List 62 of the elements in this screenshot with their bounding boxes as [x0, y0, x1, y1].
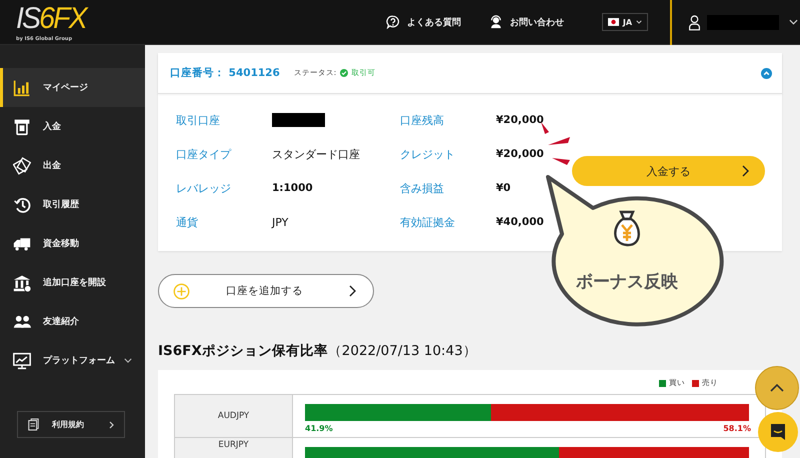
callout-text: ボーナス反映 [576, 271, 678, 293]
field-label: クレジット [400, 146, 456, 162]
japan-flag-icon [608, 18, 619, 26]
field-label: 通貨 [176, 214, 199, 230]
history-icon [13, 196, 31, 214]
bar-chart-icon [13, 78, 31, 96]
monitor-icon [13, 352, 31, 370]
redacted-value [272, 113, 325, 127]
check-circle-icon [340, 69, 348, 77]
account-number: 口座番号： 5401126 [170, 66, 280, 80]
language-select[interactable]: JA [602, 13, 648, 31]
terms-button[interactable]: 利用規約 [17, 411, 125, 438]
sidebar-item[interactable]: 追加口座を開設 [0, 263, 145, 302]
section-title: IS6FXポジション保有比率（2022/07/13 10:43） [158, 342, 478, 361]
document-icon [28, 418, 39, 431]
field-value: 1:1000 [272, 182, 314, 194]
banknote-icon [13, 156, 31, 174]
sell-percent: 58.1% [723, 424, 751, 433]
currency-pair-cell: EURJPY [175, 438, 293, 458]
field-value: JPY [272, 216, 290, 228]
sidebar-item[interactable]: 友達紹介 [0, 302, 145, 341]
sidebar-item[interactable]: 出金 [0, 146, 145, 185]
sidebar-item[interactable]: 資金移動 [0, 224, 145, 263]
chevron-down-icon [789, 19, 798, 25]
buy-percent: 41.9% [305, 424, 333, 433]
deposit-button[interactable]: 入金する [572, 156, 765, 186]
chevron-right-icon [349, 285, 356, 297]
help-icon [386, 15, 400, 29]
user-menu[interactable] [670, 0, 800, 44]
field-value: ¥40,000 [496, 216, 545, 228]
field-label: レバレッジ [176, 180, 232, 196]
header-link[interactable]: よくある質問 [386, 15, 461, 29]
chevron-down-icon [636, 20, 642, 24]
chat-button[interactable] [758, 412, 798, 452]
currency-pair-cell: AUDJPY [175, 395, 293, 437]
field-value: ¥20,000 [496, 114, 545, 126]
header-link[interactable]: お問い合わせ [488, 15, 564, 29]
chevron-right-icon [109, 420, 114, 428]
chat-icon [770, 423, 786, 441]
atm-icon [13, 118, 31, 136]
sidebar-item[interactable]: 入金 [0, 107, 145, 146]
sidebar-item[interactable]: 取引履歴 [0, 185, 145, 224]
field-label: 口座タイプ [176, 146, 232, 162]
field-label: 含み損益 [400, 180, 445, 196]
field-label: 口座残高 [400, 112, 445, 128]
collapse-icon[interactable] [761, 68, 772, 78]
bank-icon [13, 274, 31, 292]
field-value: ¥20,000 [496, 148, 545, 160]
chevron-up-icon [770, 384, 784, 392]
sidebar-item[interactable]: マイページ [0, 68, 145, 107]
logo-accent-text: 6FX [39, 2, 86, 35]
field-label: 有効証拠金 [400, 214, 456, 230]
field-value: スタンダード口座 [272, 146, 361, 162]
headset-icon [488, 15, 503, 29]
plus-circle-icon [173, 282, 190, 300]
add-account-button[interactable]: 口座を追加する [158, 274, 374, 308]
chevron-right-icon [742, 165, 749, 177]
sidebar-item[interactable]: プラットフォーム [0, 341, 145, 380]
field-value: ¥0 [496, 182, 512, 194]
field-label: 取引口座 [176, 112, 221, 128]
user-icon [688, 14, 702, 30]
logo-text: IS [16, 2, 40, 35]
